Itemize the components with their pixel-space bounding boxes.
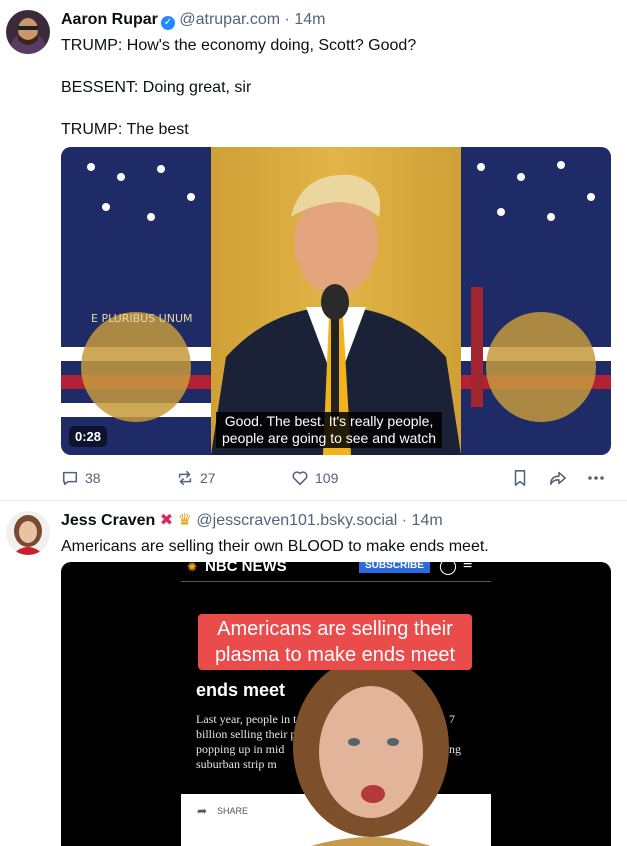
video-frame: E PLURIBUS UNUM bbox=[61, 147, 611, 455]
post-aaron-rupar[interactable]: Aaron Rupar ✓ @atrupar.com · 14m TRUMP: H… bbox=[0, 0, 627, 500]
repost-icon bbox=[178, 470, 192, 486]
reply-button[interactable]: 38 bbox=[61, 466, 101, 490]
author-name[interactable]: Aaron Rupar bbox=[61, 11, 158, 28]
avatar[interactable] bbox=[6, 511, 50, 555]
post-image[interactable]: ✺ NBC NEWS SUBSCRIBE ◯ ≡ ends meet Last … bbox=[61, 562, 611, 846]
author-name[interactable]: Jess Craven bbox=[61, 512, 155, 529]
like-button[interactable]: 109 bbox=[291, 466, 338, 490]
repost-count: 27 bbox=[200, 470, 216, 486]
crown-emoji-icon: ♛ bbox=[177, 512, 192, 529]
post-jess-craven[interactable]: Jess Craven ✖ ♛ @jesscraven101.bsky.soci… bbox=[0, 501, 627, 846]
post-text-line: TRUMP: The best bbox=[61, 121, 189, 138]
author-handle[interactable]: @atrupar.com bbox=[179, 11, 280, 28]
post-text-line: TRUMP: How's the economy doing, Scott? G… bbox=[61, 37, 417, 54]
verified-check-icon: ✓ bbox=[160, 16, 175, 30]
more-options-button[interactable] bbox=[586, 466, 606, 490]
share-icon bbox=[550, 471, 566, 486]
red-x-emoji-icon: ✖ bbox=[159, 512, 174, 529]
repost-button[interactable]: 27 bbox=[176, 466, 216, 490]
author-handle[interactable]: @jesscraven101.bsky.social bbox=[196, 512, 397, 529]
bookmark-button[interactable] bbox=[512, 466, 528, 490]
post-header: Jess Craven ✖ ♛ @jesscraven101.bsky.soci… bbox=[61, 511, 443, 531]
video-caption: Good. The best. It's really people, peop… bbox=[216, 412, 443, 448]
svg-text:E PLURIBUS UNUM: E PLURIBUS UNUM bbox=[91, 312, 193, 325]
video-duration: 0:28 bbox=[69, 426, 108, 447]
post-actions: 38 27 109 bbox=[61, 466, 611, 490]
caption-line: people are going to see and watch bbox=[222, 430, 437, 446]
post-text: Americans are selling their own BLOOD to… bbox=[61, 538, 489, 555]
more-icon bbox=[588, 476, 604, 480]
reply-count: 38 bbox=[85, 470, 101, 486]
post-time[interactable]: · 14m bbox=[402, 512, 443, 529]
post-header: Aaron Rupar ✓ @atrupar.com · 14m bbox=[61, 10, 325, 30]
post-time[interactable]: · 14m bbox=[285, 11, 326, 28]
overlay-caption: Americans are selling their plasma to ma… bbox=[198, 614, 472, 670]
avatar[interactable] bbox=[6, 10, 50, 54]
like-count: 109 bbox=[315, 470, 339, 486]
share-button[interactable] bbox=[548, 466, 568, 490]
caption-line: Good. The best. It's really people, bbox=[224, 413, 434, 429]
post-text-line: BESSENT: Doing great, sir bbox=[61, 79, 252, 96]
presenter-figure bbox=[293, 657, 449, 846]
video-player[interactable]: E PLURIBUS UNUM Good. The best. It's rea… bbox=[61, 147, 611, 455]
bookmark-icon bbox=[514, 470, 526, 486]
reply-icon bbox=[62, 471, 78, 486]
heart-icon bbox=[292, 471, 308, 486]
